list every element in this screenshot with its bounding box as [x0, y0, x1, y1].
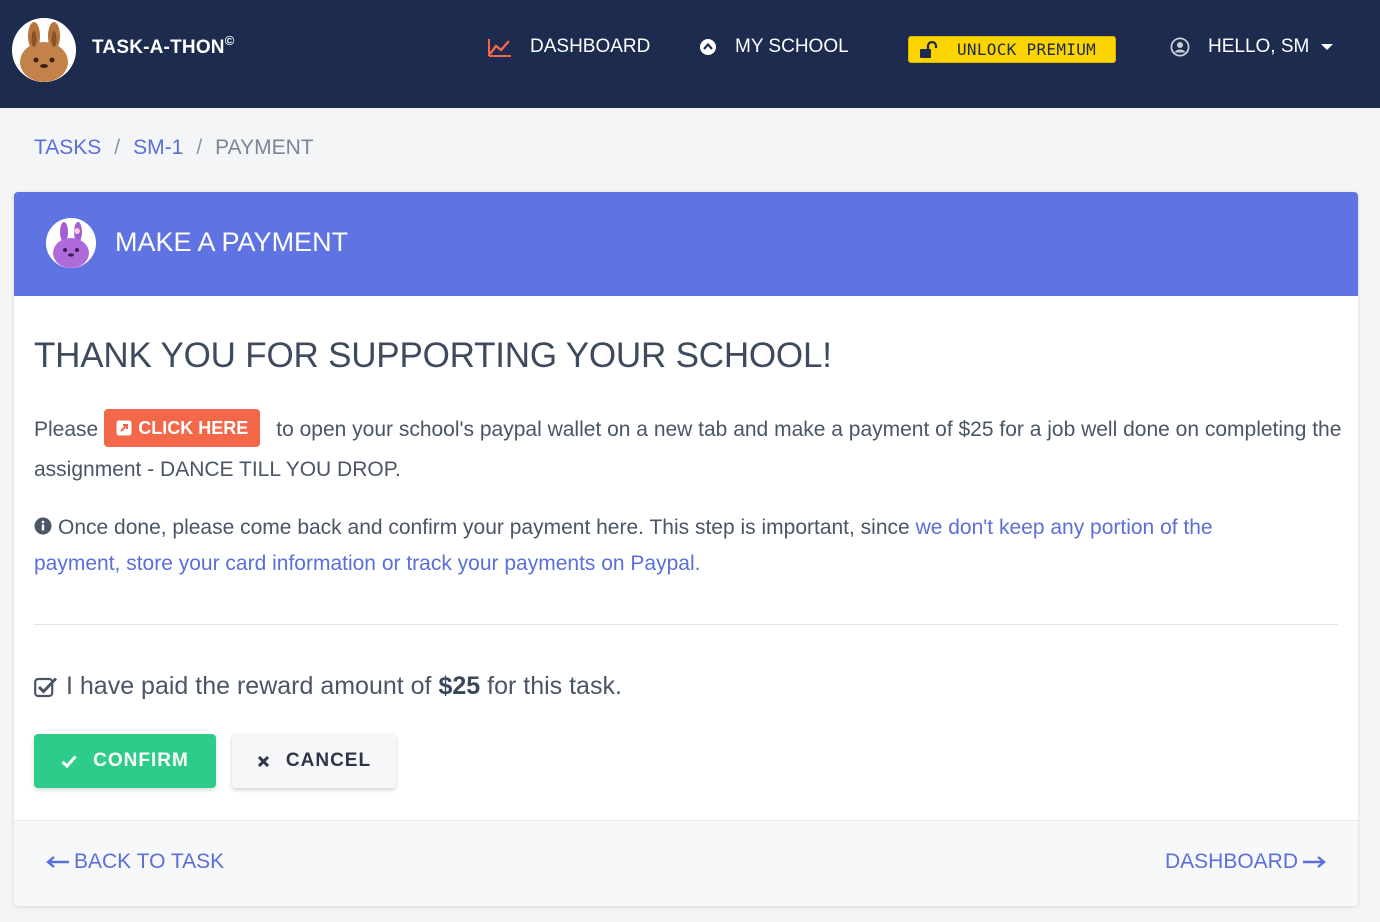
bunny-mascot-icon[interactable] — [12, 18, 76, 82]
unlock-premium-button[interactable]: UNLOCK PREMIUM — [908, 36, 1116, 63]
nav-dashboard-label: DASHBOARD — [530, 36, 651, 57]
check-icon — [61, 754, 77, 768]
paid-label-prefix: I have paid the reward amount of — [66, 672, 432, 700]
user-greeting: HELLO, SM — [1208, 36, 1310, 57]
nav-dashboard-link[interactable]: DASHBOARD — [488, 36, 650, 58]
breadcrumb: TASKS / SM-1 / PAYMENT — [34, 136, 314, 160]
back-to-task-link[interactable]: BACK TO TASK — [46, 850, 224, 874]
purple-bunny-icon — [46, 218, 96, 268]
paid-confirmation-checkbox[interactable]: I have paid the reward amount of $25 for… — [34, 672, 622, 701]
copyright-mark: © — [224, 33, 235, 48]
unlock-premium-label: UNLOCK PREMIUM — [957, 40, 1097, 59]
paid-label-suffix: for this task. — [487, 672, 622, 700]
info-circle-icon — [34, 517, 52, 535]
user-menu-dropdown[interactable]: HELLO, SM — [1170, 36, 1334, 58]
circle-chevron-up-icon — [699, 38, 717, 56]
card-header: MAKE A PAYMENT — [14, 192, 1358, 296]
card-title: MAKE A PAYMENT — [115, 227, 349, 257]
click-here-label: CLICK HERE — [138, 418, 249, 439]
breadcrumb-task-id[interactable]: SM-1 — [133, 136, 183, 160]
checked-box-icon[interactable] — [34, 676, 58, 698]
confirmation-note-text: Once done, please come back and confirm … — [58, 516, 910, 539]
nav-my-school-label: MY SCHOOL — [735, 36, 849, 57]
card-footer: BACK TO TASK DASHBOARD — [14, 820, 1358, 906]
chart-line-icon — [488, 37, 512, 57]
footer-dashboard-link[interactable]: DASHBOARD — [1165, 850, 1326, 874]
instruction-prefix: Please — [34, 418, 99, 441]
nav-my-school-link[interactable]: MY SCHOOL — [699, 36, 849, 58]
payment-card: MAKE A PAYMENT THANK YOU FOR SUPPORTING … — [14, 192, 1358, 906]
footer-dashboard-label: DASHBOARD — [1164, 850, 1298, 873]
user-circle-icon — [1170, 37, 1190, 57]
confirmation-note: Once done, please come back and confirm … — [34, 510, 1274, 582]
external-link-icon — [116, 420, 132, 436]
cancel-button[interactable]: CANCEL — [232, 734, 396, 788]
thank-you-heading: THANK YOU FOR SUPPORTING YOUR SCHOOL! — [34, 336, 832, 375]
click-here-button[interactable]: CLICK HERE — [104, 409, 261, 448]
arrow-left-icon — [46, 855, 70, 869]
brand-name[interactable]: TASK-A-THON© — [92, 33, 235, 59]
breadcrumb-tasks[interactable]: TASKS — [34, 136, 101, 160]
breadcrumb-separator: / — [114, 136, 121, 159]
breadcrumb-separator: / — [196, 136, 203, 159]
paid-amount: $25 — [438, 672, 481, 700]
confirm-button[interactable]: CONFIRM — [34, 734, 216, 788]
payment-instructions: Please CLICK HERE to open your school's pa… — [34, 409, 1344, 490]
unlock-icon — [919, 40, 939, 59]
breadcrumb-current: PAYMENT — [215, 136, 314, 159]
cancel-label: CANCEL — [285, 750, 372, 771]
arrow-right-icon — [1302, 855, 1326, 869]
top-navbar: TASK-A-THON© DASHBOARD MY SCHOOL UNLOCK … — [0, 0, 1380, 108]
confirm-label: CONFIRM — [93, 750, 189, 771]
caret-down-icon — [1321, 44, 1334, 50]
close-icon — [257, 755, 270, 768]
back-to-task-label: BACK TO TASK — [74, 850, 225, 873]
section-divider — [34, 624, 1338, 625]
